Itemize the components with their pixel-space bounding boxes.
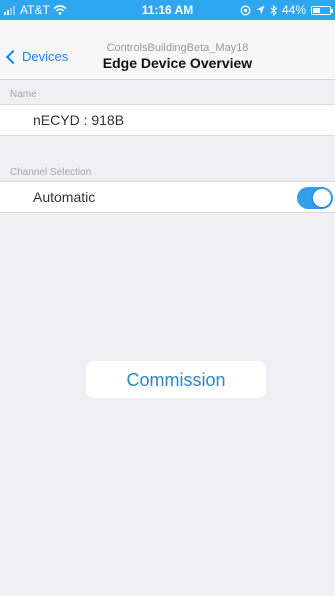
- toggle-knob: [313, 189, 331, 207]
- automatic-label: Automatic: [33, 189, 96, 205]
- automatic-channel-cell: Automatic: [0, 181, 335, 213]
- battery-icon: [311, 5, 333, 15]
- navigation-bar: Devices ControlsBuildingBeta_May18 Edge …: [0, 20, 335, 80]
- location-icon: [240, 5, 251, 15]
- status-bar: AT&T 11:16 AM 44%: [0, 0, 335, 20]
- page-title: Edge Device Overview: [102, 55, 253, 71]
- channel-section-label: Channel Selection: [10, 167, 92, 178]
- bluetooth-icon: [270, 4, 277, 16]
- automatic-channel-toggle[interactable]: [297, 187, 333, 209]
- device-name-cell[interactable]: nECYD : 918B: [0, 104, 335, 136]
- nav-subtitle: ControlsBuildingBeta_May18: [106, 42, 249, 54]
- navigation-arrow-icon: [256, 5, 265, 15]
- status-right: 44%: [240, 0, 333, 20]
- device-name-value: nECYD : 918B: [33, 112, 125, 128]
- commission-button[interactable]: Commission: [86, 361, 266, 398]
- battery-percent: 44%: [281, 3, 306, 17]
- name-section-label: Name: [10, 89, 37, 100]
